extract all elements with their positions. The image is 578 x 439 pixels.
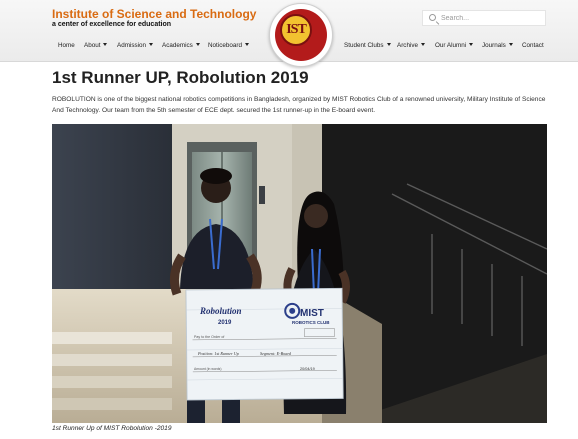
chevron-down-icon — [244, 43, 249, 46]
chevron-down-icon — [469, 43, 474, 46]
page-title: 1st Runner UP, Robolution 2019 — [52, 68, 309, 87]
nav-our-alumni[interactable]: Our Alumni — [435, 42, 474, 49]
chevron-down-icon — [386, 43, 391, 46]
nav-label: Academics — [162, 42, 193, 49]
cheque-position-line: Position: 1st Runner Up — [197, 351, 239, 356]
award-photo-illustration: Robolution 2019 MIST ROBOTICS CLUB Pay t… — [52, 124, 547, 423]
chevron-down-icon — [421, 43, 425, 46]
cheque-left-brand: Robolution — [199, 306, 242, 316]
site-tagline: a center of excellence for education — [52, 21, 172, 28]
cheque-right-sub: ROBOTICS CLUB — [292, 320, 330, 325]
search-box[interactable] — [422, 10, 546, 26]
cheque-right-brand: MIST — [300, 308, 324, 319]
article-description: ROBOLUTION is one of the biggest nationa… — [52, 96, 546, 114]
nav-journals[interactable]: Journals — [482, 42, 513, 49]
institute-logo[interactable]: IST — [269, 3, 333, 67]
chevron-down-icon — [103, 43, 108, 46]
cheque-amount-line: Amount (in words) — [194, 367, 222, 371]
site-header: Institute of Science and Technology a ce… — [0, 0, 578, 67]
nav-academics[interactable]: Academics — [162, 42, 200, 49]
site-name[interactable]: Institute of Science and Technology — [52, 7, 256, 21]
cheque-segment-line: Segment: E-Board — [260, 351, 292, 356]
nav-home[interactable]: Home — [58, 42, 75, 49]
nav-archive[interactable]: Archive — [397, 42, 425, 49]
chevron-down-icon — [508, 43, 513, 46]
logo-text: IST — [286, 22, 307, 37]
nav-label: Archive — [397, 42, 418, 49]
logo-emblem: IST — [280, 14, 312, 46]
cheque-pay-line: Pay to the Order of — [194, 335, 224, 339]
nav-student-clubs[interactable]: Student Clubs — [344, 42, 391, 49]
nav-label: Journals — [482, 42, 506, 49]
nav-about[interactable]: About — [84, 42, 108, 49]
cheque-left-year: 2019 — [218, 320, 232, 326]
photo-caption: 1st Runner Up of MIST Robolution -2019 — [52, 425, 172, 432]
chevron-down-icon — [149, 43, 154, 46]
cheque-date: 20/04/19 — [300, 367, 315, 371]
search-input[interactable] — [441, 12, 541, 24]
nav-label: Home — [58, 42, 75, 49]
nav-label: Noticeboard — [208, 42, 242, 49]
nav-label: Contact — [522, 42, 544, 49]
chevron-down-icon — [195, 43, 200, 46]
nav-admission[interactable]: Admission — [117, 42, 154, 49]
nav-label: Admission — [117, 42, 147, 49]
nav-label: Our Alumni — [435, 42, 467, 49]
award-photo: Robolution 2019 MIST ROBOTICS CLUB Pay t… — [52, 124, 547, 423]
search-icon — [429, 14, 436, 21]
nav-label: About — [84, 42, 101, 49]
nav-noticeboard[interactable]: Noticeboard — [208, 42, 249, 49]
nav-contact[interactable]: Contact — [522, 42, 544, 49]
nav-label: Student Clubs — [344, 42, 384, 49]
